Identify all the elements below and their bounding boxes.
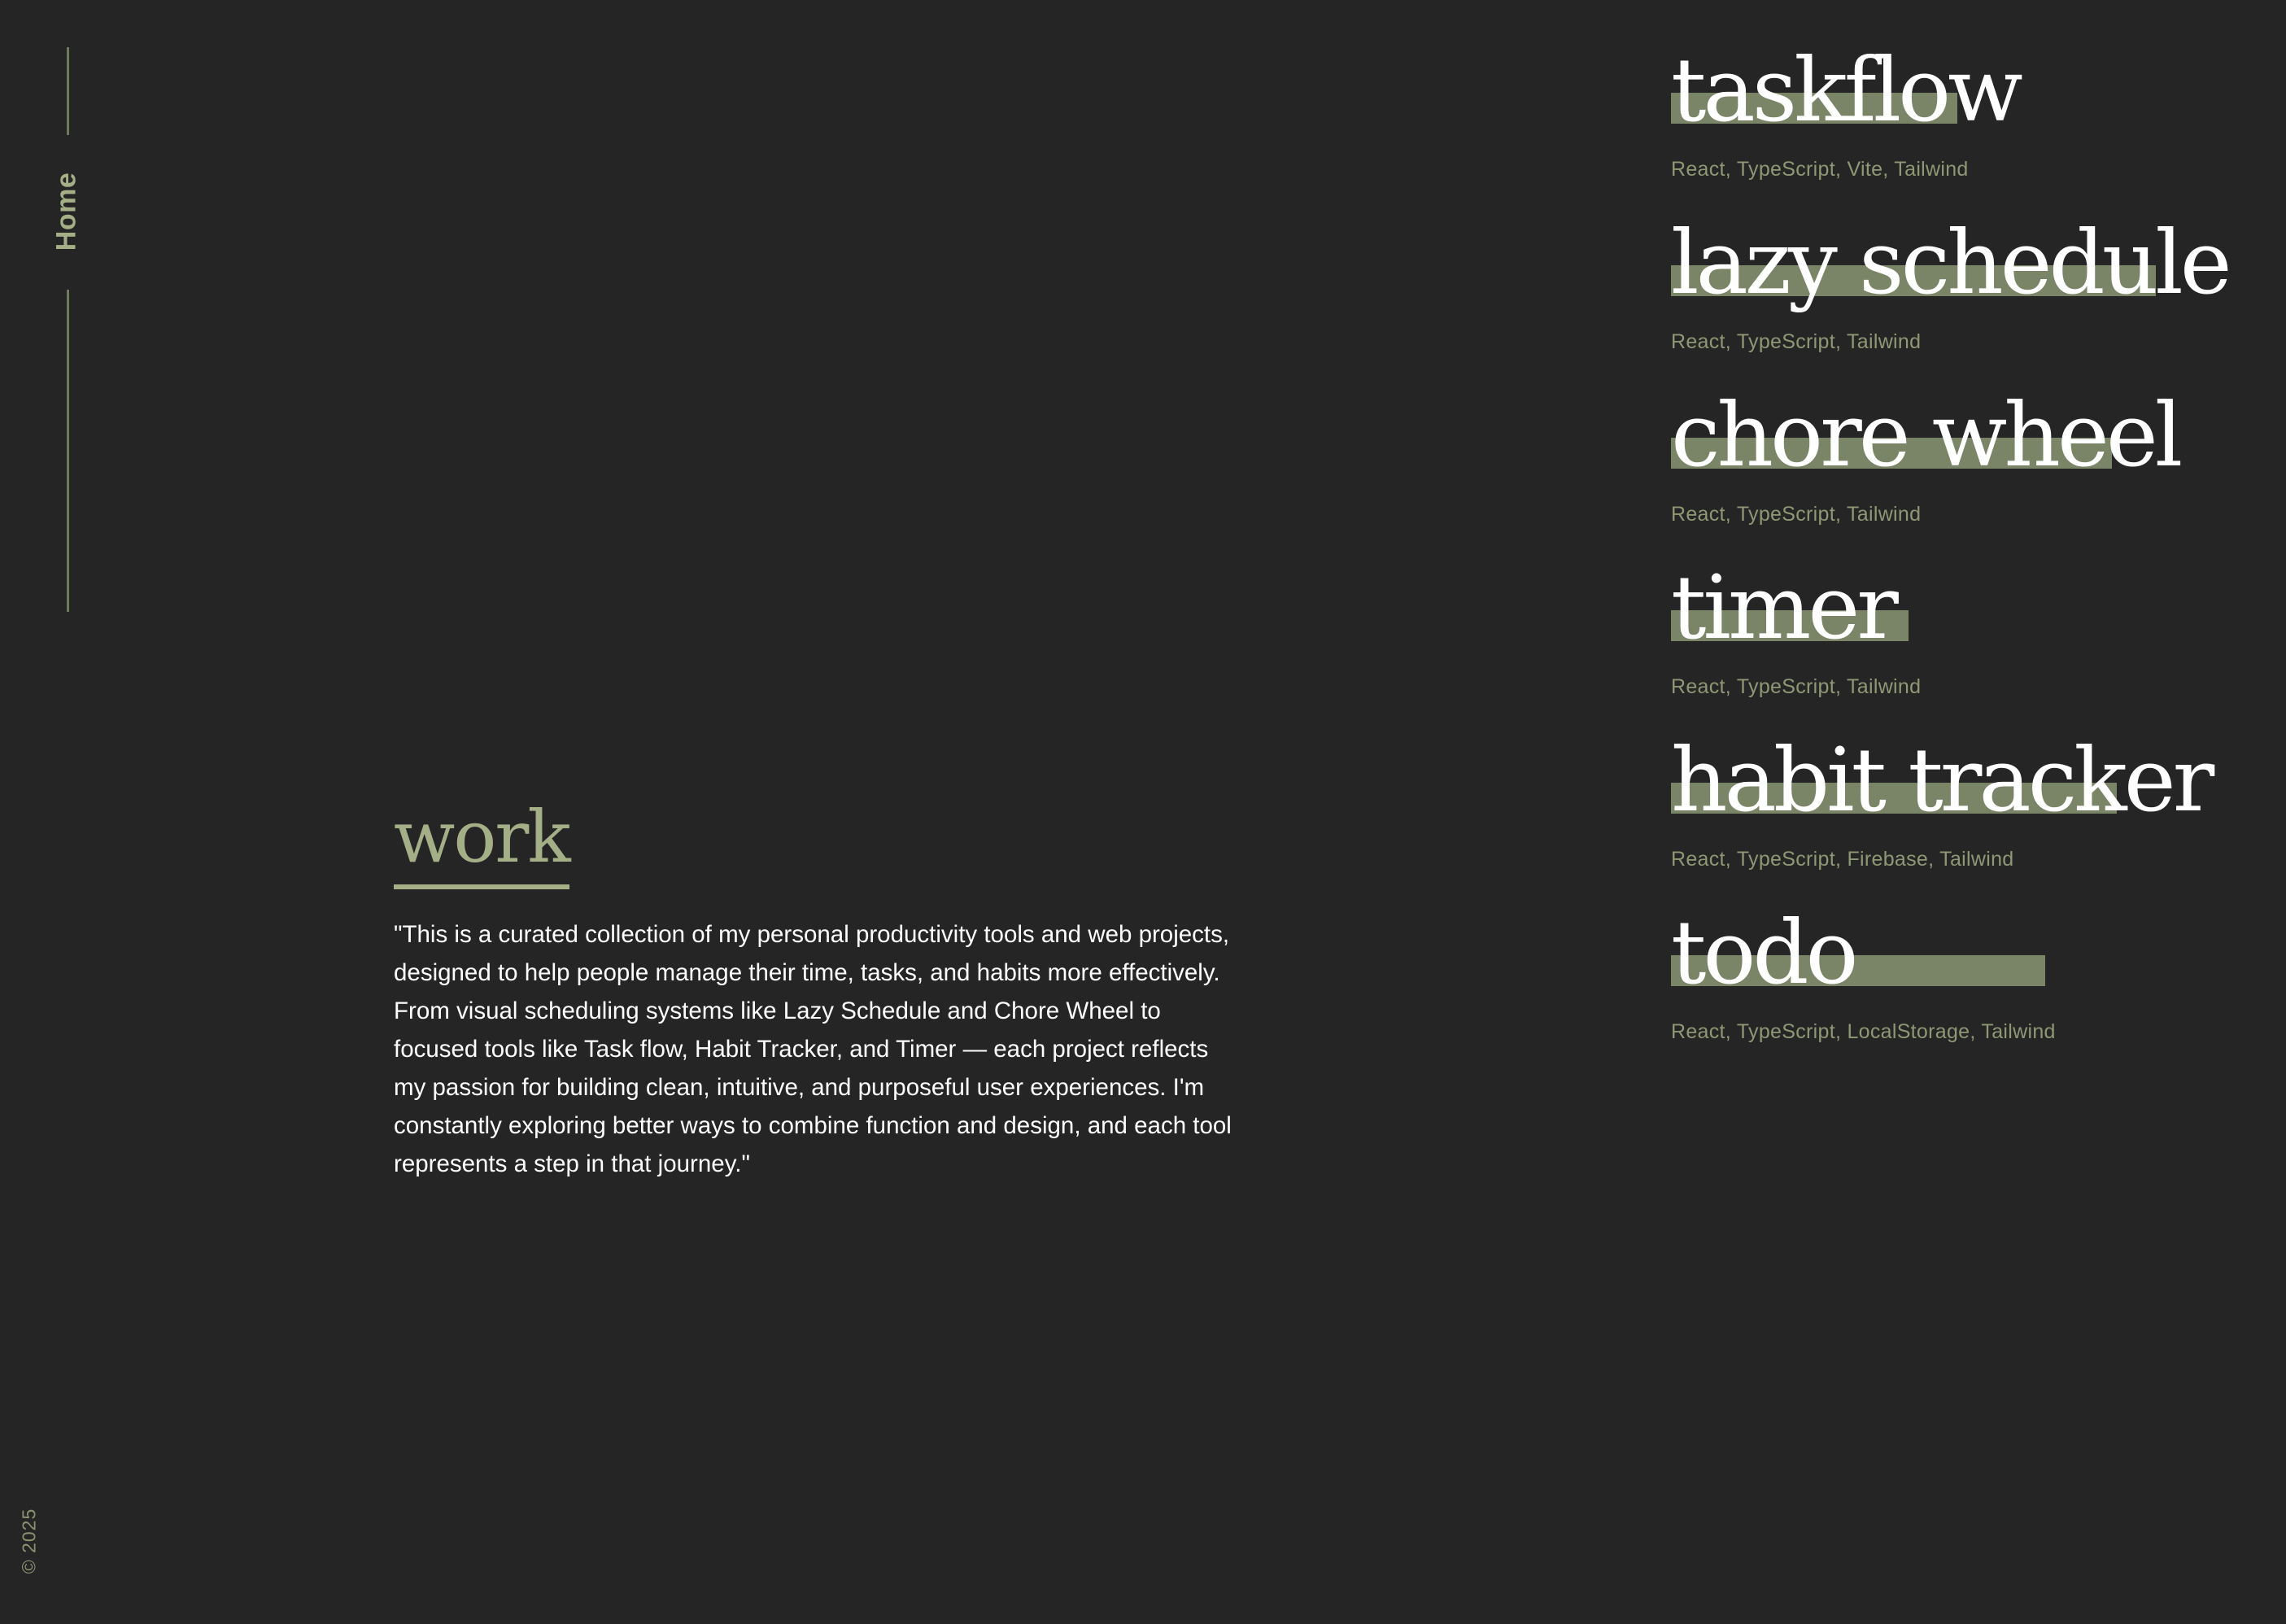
work-heading: work <box>394 801 571 889</box>
projects-list: taskflow React, TypeScript, Vite, Tailwi… <box>1671 46 2257 1080</box>
project-title[interactable]: todo <box>1671 908 1859 999</box>
project-title-wrap: todo <box>1671 908 2045 999</box>
project-item-chore-wheel[interactable]: chore wheel React, TypeScript, Tailwind <box>1671 391 2257 563</box>
project-title[interactable]: chore wheel <box>1671 391 2183 482</box>
project-tech-stack: React, TypeScript, Vite, Tailwind <box>1671 158 1969 181</box>
work-intro-section: work "This is a curated collection of my… <box>394 801 1256 1183</box>
project-tech-stack: React, TypeScript, Tailwind <box>1671 503 1922 526</box>
project-title-wrap: chore wheel <box>1671 391 2183 482</box>
project-title[interactable]: taskflow <box>1671 46 2023 137</box>
project-title-wrap: taskflow <box>1671 46 2023 137</box>
project-title-wrap: lazy schedule <box>1671 218 2232 309</box>
project-title-wrap: habit tracker <box>1671 736 2214 827</box>
project-item-timer[interactable]: timer React, TypeScript, Tailwind <box>1671 563 2257 736</box>
home-link[interactable]: Home <box>51 172 83 251</box>
sidebar-divider-bottom <box>67 290 69 612</box>
sidebar-nav: Home © 2025 <box>0 0 130 1624</box>
project-title[interactable]: lazy schedule <box>1671 218 2232 309</box>
project-title[interactable]: timer <box>1671 563 1899 654</box>
project-title[interactable]: habit tracker <box>1671 736 2214 827</box>
work-description: "This is a curated collection of my pers… <box>394 921 1232 1177</box>
project-item-todo[interactable]: todo React, TypeScript, LocalStorage, Ta… <box>1671 908 2257 1080</box>
project-item-taskflow[interactable]: taskflow React, TypeScript, Vite, Tailwi… <box>1671 46 2257 218</box>
project-tech-stack: React, TypeScript, Tailwind <box>1671 330 1922 353</box>
project-title-wrap: timer <box>1671 563 1909 654</box>
copyright-text: © 2025 <box>18 1508 40 1574</box>
sidebar-divider-top <box>67 47 69 135</box>
project-item-habit-tracker[interactable]: habit tracker React, TypeScript, Firebas… <box>1671 736 2257 908</box>
project-tech-stack: React, TypeScript, Firebase, Tailwind <box>1671 848 2014 871</box>
project-tech-stack: React, TypeScript, LocalStorage, Tailwin… <box>1671 1020 2056 1043</box>
project-item-lazy-schedule[interactable]: lazy schedule React, TypeScript, Tailwin… <box>1671 218 2257 391</box>
project-tech-stack: React, TypeScript, Tailwind <box>1671 675 1922 698</box>
